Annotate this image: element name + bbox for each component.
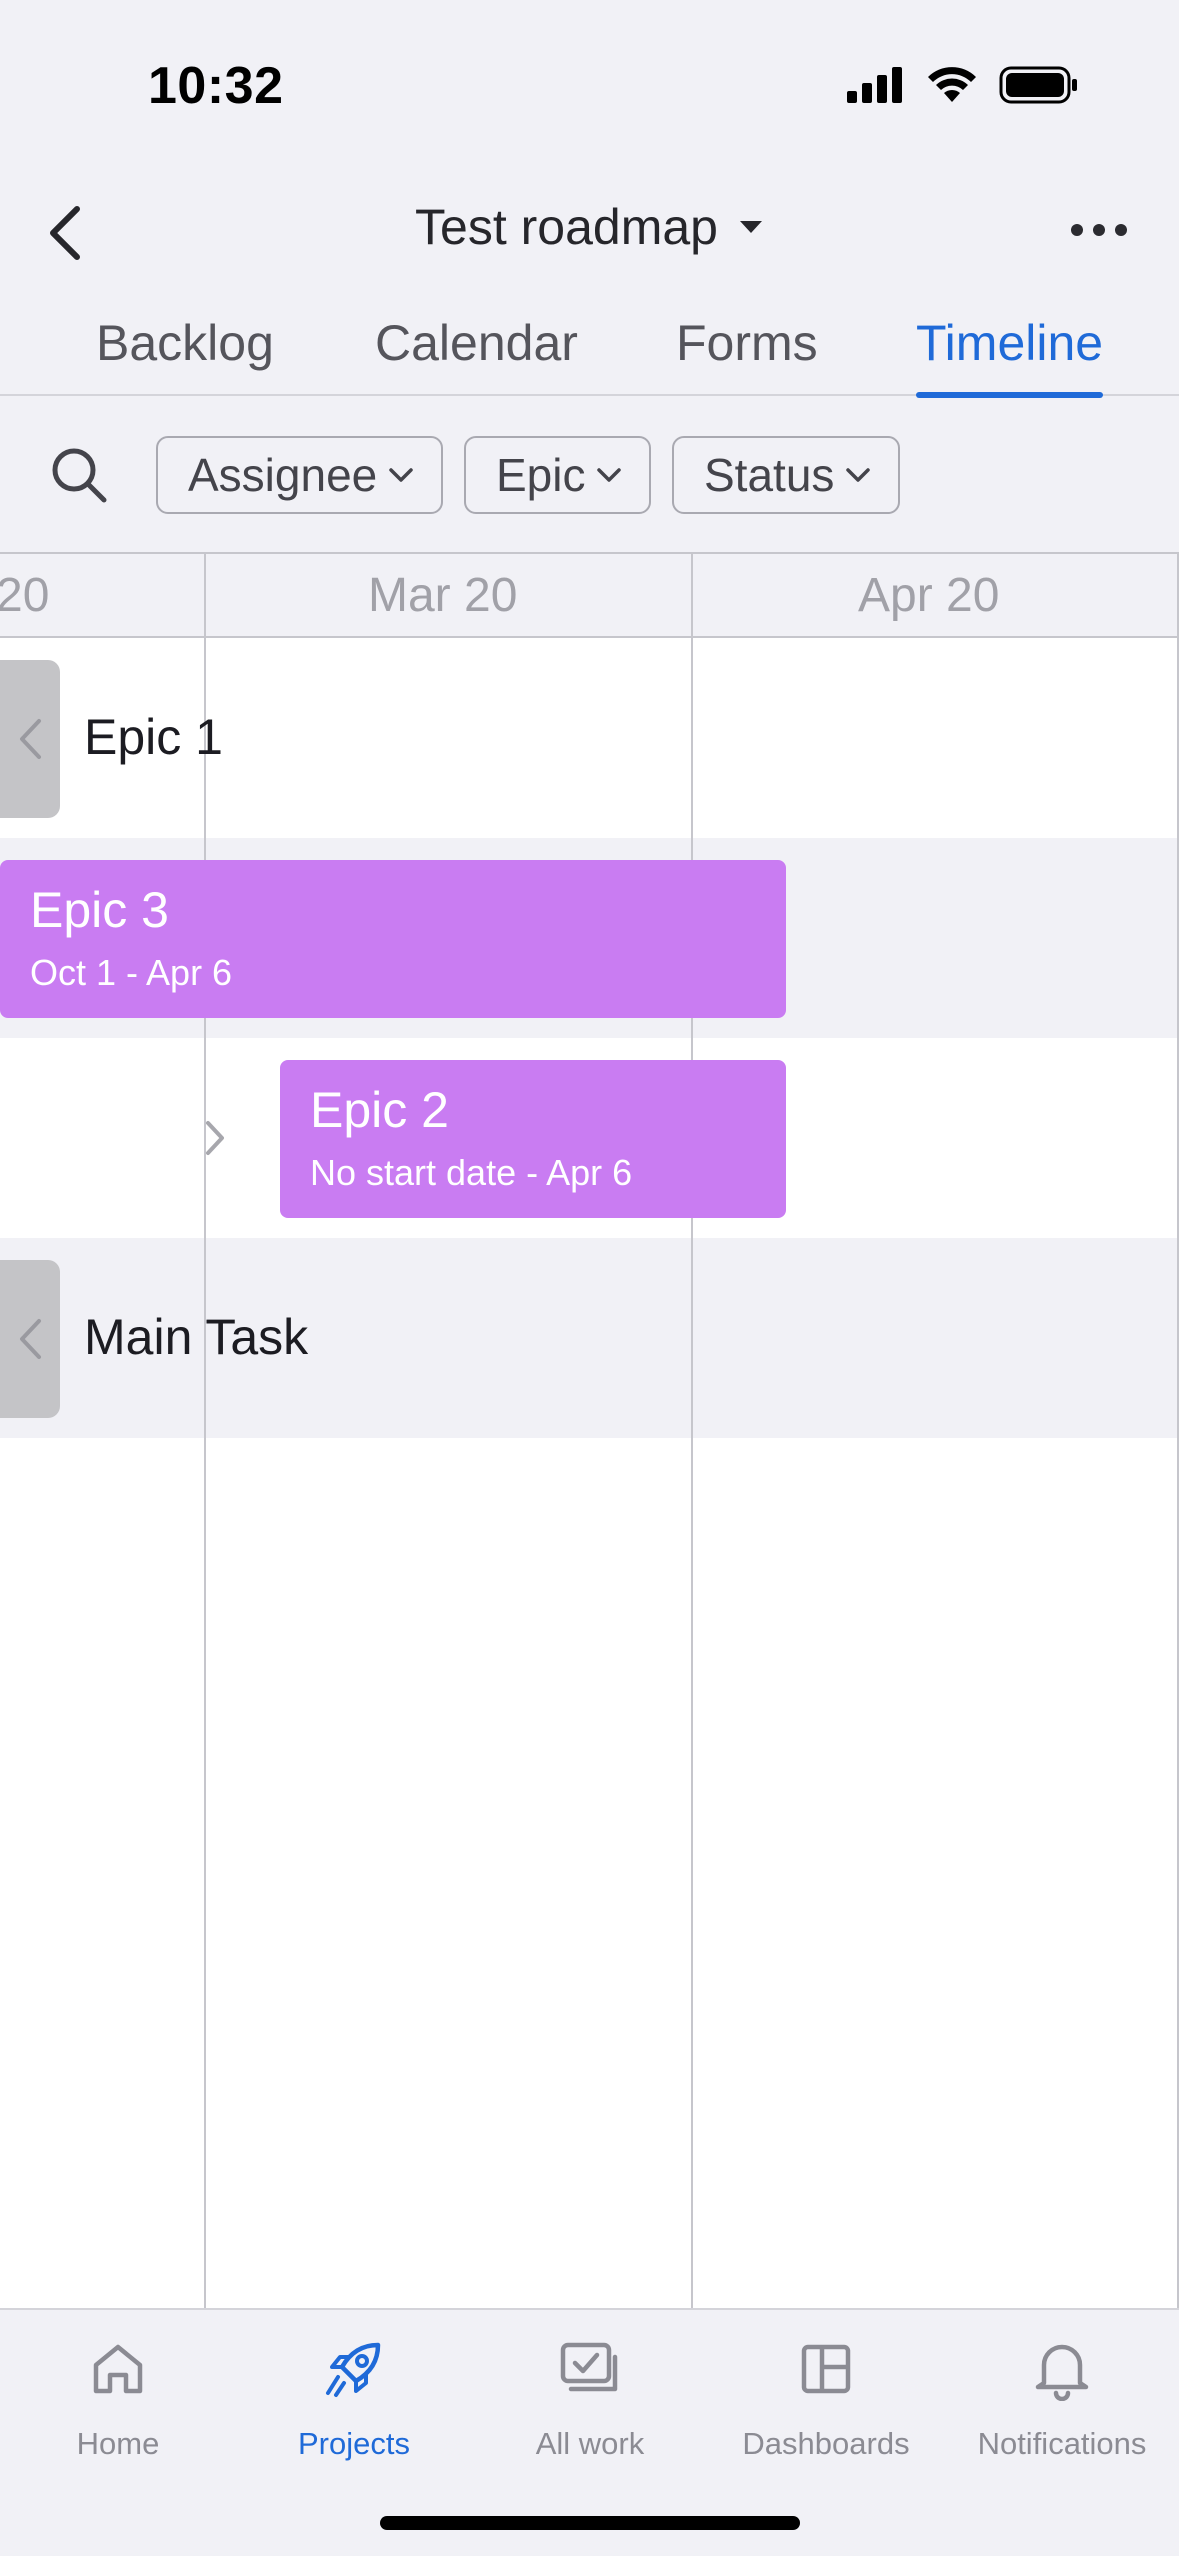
- status-bar: 10:32: [0, 0, 1179, 170]
- more-dot-icon: [1071, 224, 1083, 236]
- month-header: 20 Mar 20 Apr 20: [0, 552, 1179, 638]
- cellular-signal-icon: [847, 67, 902, 103]
- page-title: Test roadmap: [415, 199, 718, 255]
- search-icon: [52, 448, 107, 503]
- nav-header: Test roadmap: [0, 170, 1179, 290]
- caret-down-icon: [739, 221, 762, 233]
- more-dot-icon: [1115, 224, 1127, 236]
- home-indicator[interactable]: [380, 2516, 800, 2530]
- more-options-button[interactable]: [1059, 200, 1139, 260]
- tab-backlog[interactable]: Backlog: [96, 314, 274, 396]
- tabbar-projects[interactable]: Projects: [236, 2334, 472, 2462]
- epic-title: Epic 2: [310, 1082, 449, 1138]
- tabbar-home[interactable]: Home: [0, 2334, 236, 2462]
- chevron-down-icon: [597, 468, 622, 482]
- filter-assignee-label: Assignee: [188, 449, 378, 501]
- tabbar-notifications-label: Notifications: [977, 2426, 1147, 2461]
- filter-status[interactable]: Status: [672, 436, 901, 514]
- wifi-icon: [928, 67, 976, 102]
- offscreen-indicator[interactable]: [0, 660, 60, 818]
- chevron-left-icon: [20, 1319, 41, 1359]
- status-time: 10:32: [148, 57, 284, 115]
- rocket-icon: [326, 2342, 381, 2397]
- tab-calendar[interactable]: Calendar: [375, 314, 578, 396]
- project-title-dropdown[interactable]: Test roadmap: [0, 198, 1179, 256]
- offscreen-indicator[interactable]: [0, 1260, 60, 1418]
- chevron-right-icon: [206, 1121, 224, 1155]
- month-label: Mar 20: [368, 569, 518, 622]
- timeline-row[interactable]: Epic 1: [0, 638, 1179, 838]
- status-icons: [847, 66, 1079, 104]
- dashboard-icon: [801, 2344, 851, 2394]
- tab-timeline[interactable]: Timeline: [916, 314, 1104, 398]
- tabbar-notifications[interactable]: Notifications: [944, 2334, 1179, 2462]
- tabbar-all-work-label: All work: [535, 2426, 645, 2461]
- tabbar-dashboards[interactable]: Dashboards: [708, 2334, 944, 2462]
- epic-title: Epic 3: [30, 882, 169, 938]
- tabbar-dashboards-label: Dashboards: [742, 2426, 910, 2461]
- epic-bar[interactable]: Epic 2 No start date - Apr 6: [280, 1060, 786, 1218]
- timeline-row[interactable]: Main Task: [0, 1238, 1179, 1438]
- bell-icon: [1035, 2344, 1089, 2401]
- more-dot-icon: [1093, 224, 1105, 236]
- epic-dates: Oct 1 - Apr 6: [30, 952, 233, 993]
- chevron-down-icon: [846, 468, 871, 482]
- filter-epic-label: Epic: [496, 449, 586, 501]
- epic-title: Epic 1: [84, 709, 223, 765]
- month-label: Apr 20: [858, 569, 1000, 622]
- month-gridline: [204, 552, 206, 2308]
- view-tabs: Backlog Calendar Forms Timeline: [0, 300, 1179, 398]
- tabbar-all-work[interactable]: All work: [472, 2334, 708, 2462]
- home-icon: [93, 2344, 143, 2394]
- timeline-row[interactable]: Epic 2 No start date - Apr 6: [0, 1038, 1179, 1238]
- filter-status-label: Status: [704, 449, 835, 501]
- epic-dates: No start date - Apr 6: [310, 1152, 633, 1193]
- chevron-down-icon: [389, 468, 413, 482]
- timeline-view[interactable]: 20 Mar 20 Apr 20 Epic 1 Epic 3 Oct 1 - A…: [0, 552, 1179, 2308]
- task-title: Main Task: [84, 1309, 309, 1365]
- month-label: 20: [0, 569, 50, 622]
- timeline-row[interactable]: Epic 3 Oct 1 - Apr 6: [0, 838, 1179, 1038]
- search-button[interactable]: [44, 440, 114, 510]
- tab-forms[interactable]: Forms: [676, 314, 818, 396]
- chevron-left-icon: [20, 719, 41, 759]
- all-work-icon: [560, 2342, 618, 2392]
- tabbar-projects-label: Projects: [298, 2426, 410, 2461]
- month-gridline: [691, 552, 693, 2308]
- filter-epic[interactable]: Epic: [464, 436, 652, 514]
- tabbar-home-label: Home: [76, 2426, 160, 2461]
- filter-assignee[interactable]: Assignee: [156, 436, 444, 514]
- battery-icon: [999, 66, 1077, 104]
- filter-bar: Assignee Epic Status: [0, 398, 1179, 552]
- epic-bar[interactable]: Epic 3 Oct 1 - Apr 6: [0, 860, 786, 1018]
